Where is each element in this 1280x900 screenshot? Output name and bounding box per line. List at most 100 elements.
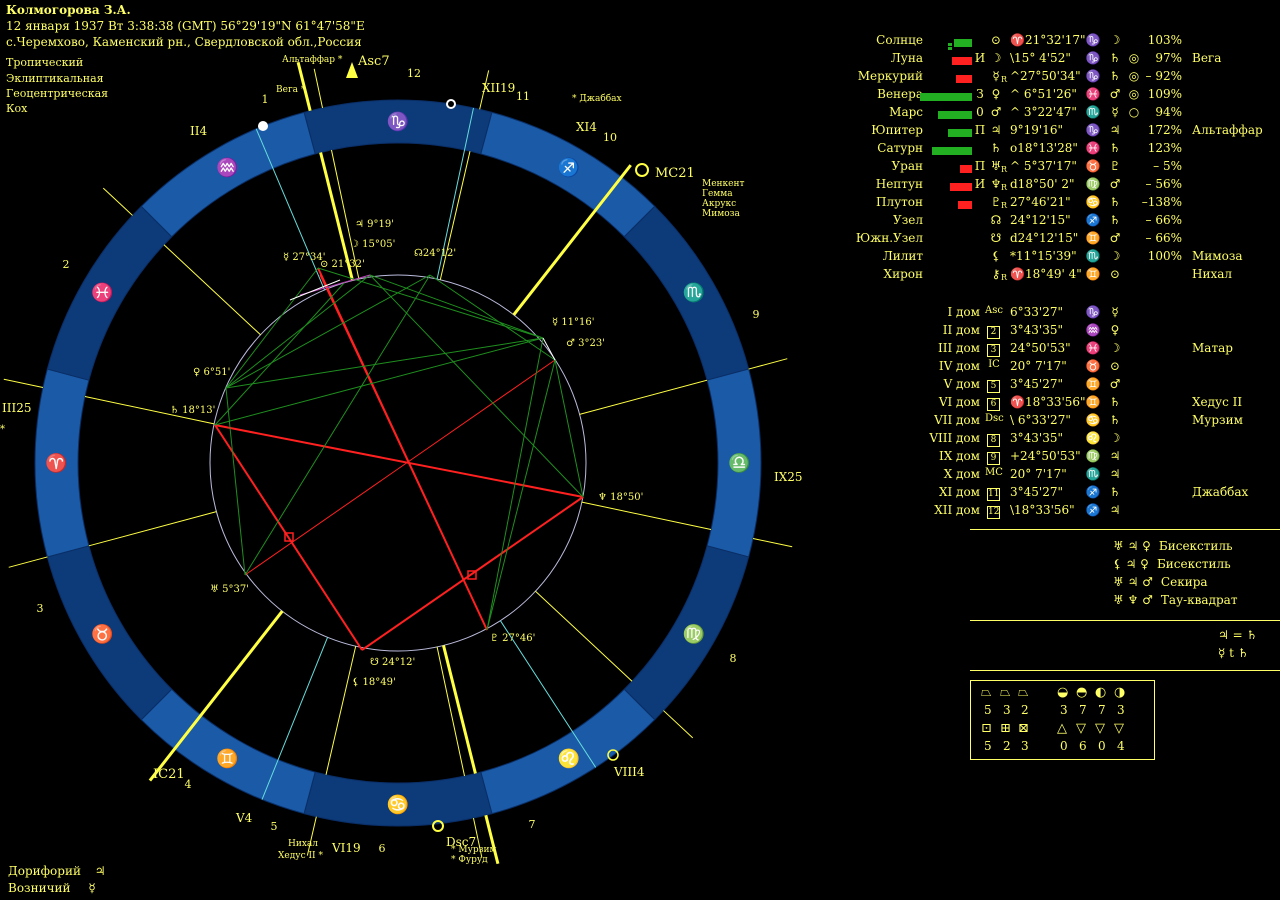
planet-percent: – 66% — [1145, 231, 1183, 245]
house-row[interactable]: II дом 2 3°43'35" ♒ ♀ — [900, 323, 1280, 341]
configuration-label: Тау-квадрат — [1160, 593, 1238, 607]
aspect-line-trine — [369, 274, 584, 498]
dignity-mark: И — [974, 51, 986, 65]
house-name: II дом — [942, 323, 980, 337]
house-row[interactable]: IV дом IC 20° 7'17" ♉ ⊙ — [900, 359, 1280, 377]
planet-ruler-icon: ♄ — [1109, 213, 1121, 227]
house-number: 4 — [185, 778, 192, 791]
house-ruler-icon: ☽ — [1109, 341, 1121, 355]
house-number: 7 — [529, 818, 536, 831]
house-row[interactable]: VIII дом 8 3°43'35" ♌ ☽ — [900, 431, 1280, 449]
house-position: +24°50'53" — [1010, 449, 1081, 463]
zodiac-sign-icon: ♍ — [683, 623, 705, 645]
planet-sign-icon: ♊ — [1085, 267, 1101, 281]
house-position: \ 6°33'27" — [1010, 413, 1071, 427]
house-row[interactable]: VII дом Dsc \ 6°33'27" ♋ ♄ Мурзим — [900, 413, 1280, 431]
house-ruler-icon: ♄ — [1109, 413, 1121, 427]
planet-position: 27°46'21" — [1010, 195, 1071, 209]
house-code: 3 — [987, 344, 1000, 357]
planet-position: ^ 3°22'47" — [1010, 105, 1077, 119]
planet-row[interactable]: Солнце ⊙ ♈21°32'17" ♑ ☽ 103% — [850, 33, 1280, 51]
planet-name: Плутон — [875, 195, 923, 209]
house-number: 11 — [516, 90, 530, 103]
stats-icon: △ — [1057, 721, 1067, 736]
aspect-line-opposition — [319, 274, 488, 631]
house-number: 2 — [63, 258, 70, 271]
house-cusp-outer — [3, 378, 44, 389]
planet-name: Венера — [877, 87, 923, 101]
stats-icon: ⊡ — [981, 721, 992, 736]
house-position: 3°43'35" — [1010, 323, 1063, 337]
house-code: 9 — [987, 452, 1000, 465]
planet-ruler-icon: ♂ — [1109, 177, 1121, 191]
house-sign-icon: ♍ — [1085, 449, 1101, 463]
planet-row[interactable]: Венера З ♀ ^ 6°51'26" ♓ ♂ ◎ 109% — [850, 87, 1280, 105]
zodiac-sign-icon: ♈ — [45, 452, 67, 474]
setting-centric: Геоцентрическая — [6, 87, 109, 100]
stats-value: 6 — [1079, 739, 1087, 753]
planet-sign-icon: ♑ — [1085, 123, 1101, 137]
planet-row[interactable]: Узел ☊ 24°12'15" ♐ ♄ – 66% — [850, 213, 1280, 231]
house-cusp-outer — [306, 816, 317, 856]
house-row[interactable]: I дом Asc 6°33'27" ♑ ☿ — [900, 305, 1280, 323]
house-row[interactable]: X дом MC 20° 7'17" ♏ ♃ — [900, 467, 1280, 485]
house-code: MC — [985, 467, 1003, 478]
stats-value: 7 — [1098, 703, 1106, 717]
planet-ruler-icon: ♄ — [1109, 51, 1121, 65]
retrograde-mark: R — [1000, 273, 1008, 282]
zodiac-sign-icon: ♐ — [558, 156, 580, 178]
planet-glyph-icon: ☽ — [990, 51, 1002, 65]
configuration-row[interactable]: ♅ ♃ ♀ Бисекстиль — [1113, 539, 1273, 557]
house-row[interactable]: XII дом 12 \18°33'56" ♐ ♃ — [900, 503, 1280, 521]
planet-percent: – 92% — [1145, 69, 1183, 83]
planet-sign-icon: ♍ — [1085, 177, 1101, 191]
fixed-star-label: Гемма — [702, 189, 733, 199]
house-row[interactable]: III дом 3 24°50'53" ♓ ☽ Матар — [900, 341, 1280, 359]
planet-row[interactable]: Сатурн ♄ o18°13'28" ♓ ♄ 123% — [850, 141, 1280, 159]
house-cusp-label: IX25 — [774, 470, 803, 484]
planet-position: 9°19'16" — [1010, 123, 1063, 137]
house-row[interactable]: V дом 5 3°45'27" ♊ ♂ — [900, 377, 1280, 395]
stats-value: 0 — [1060, 739, 1068, 753]
strength-bar-segment — [920, 93, 972, 97]
planet-percent: – 66% — [1145, 213, 1183, 227]
star-marker: * — [0, 424, 5, 435]
person-name: Колмогорова З.А. — [6, 3, 131, 17]
configuration-row[interactable]: ♅ ♆ ♂ Тау-квадрат — [1113, 593, 1273, 611]
configuration-row[interactable]: ⚸ ♃ ♀ Бисекстиль — [1113, 557, 1273, 575]
house-sign-icon: ♒ — [1085, 323, 1101, 337]
ic-label: IC21 — [153, 767, 185, 782]
house-row[interactable]: IX дом 9 +24°50'53" ♍ ♃ — [900, 449, 1280, 467]
house-row[interactable]: XI дом 11 3°45'27" ♐ ♄ Джаббах — [900, 485, 1280, 503]
house-name: I дом — [947, 305, 980, 319]
planet-row[interactable]: Нептун И ♆ Rd18°50' 2" ♍ ♂ – 56% — [850, 177, 1280, 195]
planet-row[interactable]: Уран П ♅ R ^ 5°37'17" ♉ ♇ – 5% — [850, 159, 1280, 177]
house-sign-icon: ♊ — [1085, 377, 1101, 391]
stats-icon: ▽ — [1095, 721, 1105, 736]
stats-value: 2 — [1003, 739, 1011, 753]
planet-percent: 109% — [1147, 87, 1182, 101]
zodiac-sign-icon: ♊ — [216, 748, 238, 770]
planet-name: Меркурий — [857, 69, 923, 83]
planet-percent: – 5% — [1153, 159, 1182, 173]
planet-row[interactable]: Лилит ⚸ *11°15'39" ♏ ☽ 100% Мимоза — [850, 249, 1280, 267]
planet-row[interactable]: Юпитер П ♃ 9°19'16" ♑ ♃ 172% Альтаффар — [850, 123, 1280, 141]
planet-ruler-icon: ♄ — [1109, 195, 1121, 209]
house-position: 20° 7'17" — [1010, 467, 1067, 481]
configuration-row[interactable]: ♅ ♃ ♂ Секира — [1113, 575, 1273, 593]
planet-glyph-icon: ♂ — [990, 105, 1002, 119]
dignity-mark: П — [974, 123, 986, 137]
house-cusp-outer — [313, 68, 324, 109]
stats-icon: ▽ — [1076, 721, 1086, 736]
planet-row[interactable]: Плутон ♇ R 27°46'21" ♋ ♄ –138% — [850, 195, 1280, 213]
planet-row[interactable]: Марс 0 ♂ ^ 3°22'47" ♏ ☿ ○ 94% — [850, 105, 1280, 123]
planet-row[interactable]: Луна И ☽ \15° 4'52" ♑ ♄ ◎ 97% Вега — [850, 51, 1280, 69]
house-row[interactable]: VI дом 6 ♈18°33'56" ♊ ♄ Хедус II — [900, 395, 1280, 413]
zodiac-sign-icon: ♏ — [683, 281, 705, 303]
planet-row[interactable]: Южн.Узел ☋ d24°12'15" ♊ ♂ – 66% — [850, 231, 1280, 249]
house-ruler-icon: ♄ — [1109, 485, 1121, 499]
planet-label: ♃ 9°19' — [355, 219, 394, 230]
planet-row[interactable]: Хирон ⚷ R ♈18°49' 4" ♊ ⊙ Нихал — [850, 267, 1280, 285]
planet-position: o18°13'28" — [1010, 141, 1078, 155]
planet-row[interactable]: Меркурий ☿ R ^27°50'34" ♑ ♄ ◎ – 92% — [850, 69, 1280, 87]
